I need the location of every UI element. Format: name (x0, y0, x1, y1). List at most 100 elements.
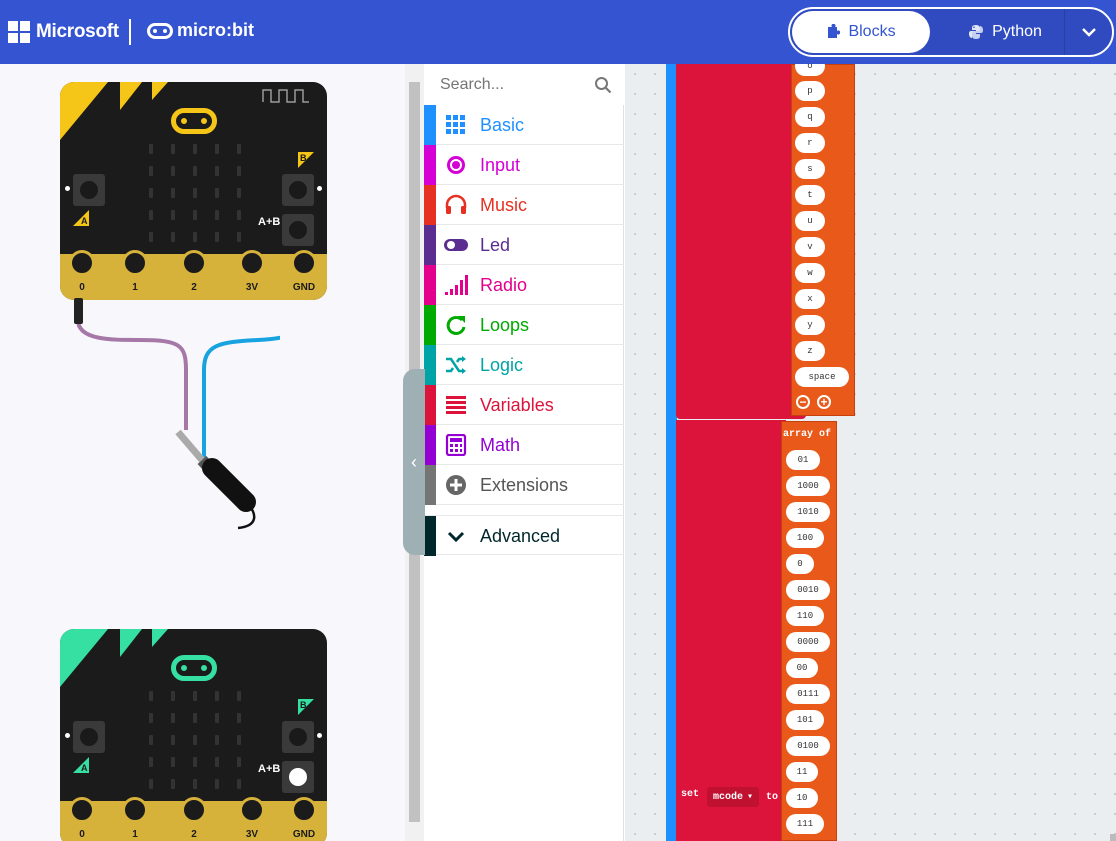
string-item[interactable]: 0100 (786, 736, 830, 756)
side-dot (317, 733, 322, 738)
category-radio[interactable]: Radio (424, 265, 624, 305)
category-color-bar (424, 465, 436, 505)
category-extensions[interactable]: Extensions (424, 465, 624, 505)
category-input[interactable]: Input (424, 145, 624, 185)
search-icon[interactable] (594, 76, 612, 94)
set-variable-block[interactable] (676, 420, 786, 841)
pin-gnd[interactable] (291, 797, 317, 823)
pin-1[interactable] (122, 797, 148, 823)
string-item[interactable]: x (795, 289, 825, 309)
plus-circle-icon (446, 475, 466, 495)
string-item[interactable]: 111 (786, 814, 824, 834)
button-ab[interactable] (282, 214, 314, 246)
string-item[interactable]: space (795, 367, 849, 387)
pin-2[interactable] (181, 250, 207, 276)
string-item[interactable]: 100 (786, 528, 824, 548)
category-color-bar (424, 265, 436, 305)
string-item[interactable]: 01 (786, 450, 820, 470)
string-item[interactable]: 110 (786, 606, 824, 626)
blocks-workspace[interactable]: o p q r s t u v w x y z space − + array … (625, 64, 1116, 841)
simulator-panel: A B A+B 0 1 2 3V GND A B A+B 0 1 2 3V GN… (0, 64, 405, 841)
add-item-button[interactable]: + (817, 395, 831, 409)
pin-1[interactable] (122, 250, 148, 276)
workspace-scrollbar[interactable] (1110, 834, 1116, 841)
microsoft-logo[interactable]: Microsoft (8, 21, 119, 43)
string-item[interactable]: 0 (786, 554, 814, 574)
button-a-label: A (81, 763, 88, 773)
chevron-down-icon[interactable] (1078, 21, 1100, 43)
category-music[interactable]: Music (424, 185, 624, 225)
button-a[interactable] (73, 174, 105, 206)
editor-toggle: Blocks Python (788, 7, 1114, 57)
string-item[interactable]: 101 (786, 710, 824, 730)
microbit-board[interactable]: A B A+B 0 1 2 3V GND (60, 629, 327, 841)
shuffle-icon (446, 356, 466, 374)
microbit-icon (147, 22, 173, 39)
logo-touch-pad[interactable] (171, 655, 217, 681)
string-item[interactable]: 1010 (786, 502, 830, 522)
string-item[interactable]: w (795, 263, 825, 283)
category-variables[interactable]: Variables (424, 385, 624, 425)
string-item[interactable]: 1000 (786, 476, 830, 496)
chevron-left-icon: ‹ (411, 451, 417, 472)
string-item[interactable]: z (795, 341, 825, 361)
remove-item-button[interactable]: − (796, 395, 810, 409)
pin-2[interactable] (181, 797, 207, 823)
category-loops[interactable]: Loops (424, 305, 624, 345)
category-color-bar (424, 305, 436, 345)
array-of-label: array of (783, 429, 832, 440)
category-color-bar (424, 225, 436, 265)
button-ab-label: A+B (258, 763, 281, 775)
blocks-tab[interactable]: Blocks (792, 11, 930, 53)
button-ab[interactable] (282, 761, 314, 793)
string-item[interactable]: 10 (786, 788, 818, 808)
string-item[interactable]: u (795, 211, 825, 231)
string-item[interactable]: o (795, 64, 825, 76)
category-math[interactable]: Math (424, 425, 624, 465)
variable-dropdown[interactable]: mcode ▾ (707, 787, 759, 807)
category-label: Music (480, 195, 528, 215)
loop-arrow-icon (446, 315, 466, 335)
string-item[interactable]: 0000 (786, 632, 830, 652)
string-item[interactable]: v (795, 237, 825, 257)
button-a-label: A (81, 216, 88, 226)
string-item[interactable]: 0111 (786, 684, 830, 704)
category-basic[interactable]: Basic (424, 105, 624, 145)
category-label: Basic (480, 115, 525, 135)
string-item[interactable]: r (795, 133, 825, 153)
board-corner-decoration (60, 82, 168, 140)
variable-block[interactable] (676, 64, 806, 419)
signal-bars-icon (445, 275, 468, 295)
category-led[interactable]: Led (424, 225, 624, 265)
button-b[interactable] (282, 174, 314, 206)
string-item[interactable]: 0010 (786, 580, 830, 600)
collapse-simulator-button[interactable]: ‹ (403, 369, 425, 555)
puzzle-icon (828, 24, 841, 38)
category-color-bar (424, 185, 436, 225)
button-a[interactable] (73, 721, 105, 753)
microbit-board[interactable]: A B A+B 0 1 2 3V GND (60, 82, 327, 300)
chevron-down-icon (447, 531, 465, 543)
string-item[interactable]: s (795, 159, 825, 179)
pin-3v[interactable] (239, 250, 265, 276)
string-item[interactable]: y (795, 315, 825, 335)
category-color-bar (424, 145, 436, 185)
pin-3v[interactable] (239, 797, 265, 823)
search-box (424, 64, 624, 105)
string-item[interactable]: 00 (786, 658, 818, 678)
pin-gnd[interactable] (291, 250, 317, 276)
microbit-logo[interactable]: micro:bit (147, 20, 254, 41)
string-item[interactable]: p (795, 81, 825, 101)
string-item[interactable]: q (795, 107, 825, 127)
pin-0[interactable] (69, 797, 95, 823)
target-icon (447, 156, 465, 174)
blocks-tab-label: Blocks (848, 23, 896, 40)
pin-0[interactable] (69, 250, 95, 276)
string-item[interactable]: 11 (786, 762, 818, 782)
string-item[interactable]: t (795, 185, 825, 205)
button-b[interactable] (282, 721, 314, 753)
category-advanced[interactable]: Advanced (424, 515, 624, 556)
logo-touch-pad[interactable] (171, 108, 217, 134)
python-tab[interactable]: Python (950, 11, 1060, 53)
category-logic[interactable]: Logic (424, 345, 624, 385)
